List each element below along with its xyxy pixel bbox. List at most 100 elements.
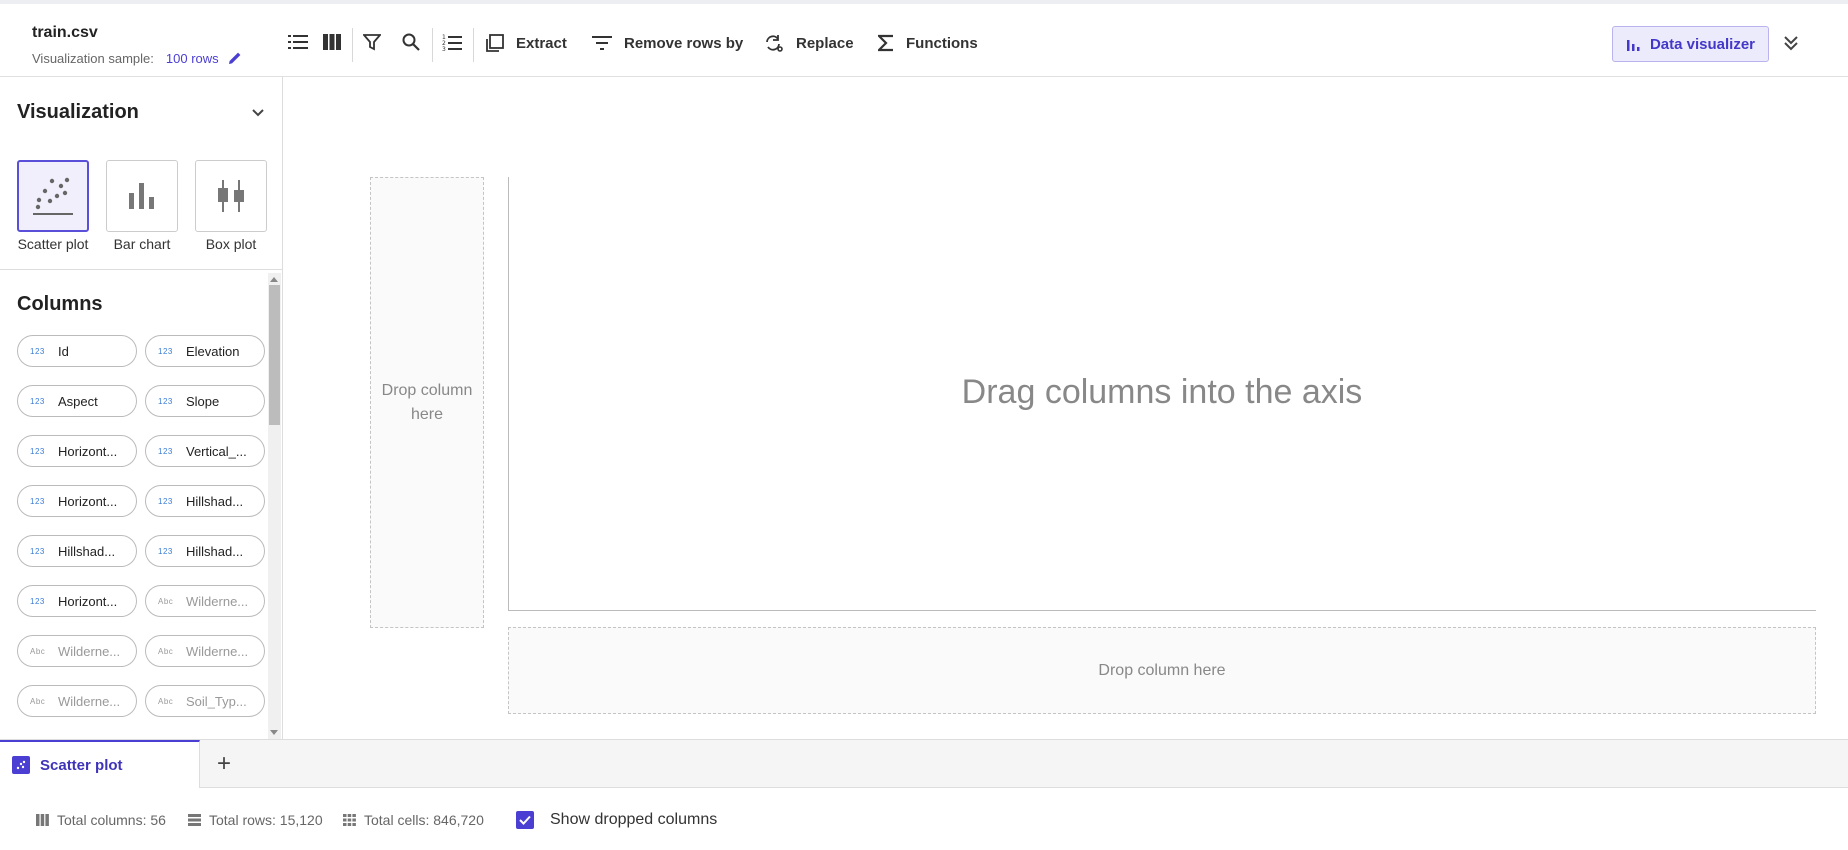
total-rows-text: Total rows: 15,120 <box>209 812 323 828</box>
x-axis-line <box>508 610 1816 611</box>
column-name: Wilderne... <box>58 693 121 709</box>
columns-title: Columns <box>17 293 103 315</box>
column-pill[interactable]: 123 Horizont... <box>17 485 137 517</box>
box-plot-tile[interactable] <box>195 160 267 232</box>
column-pill[interactable]: Abc Wilderne... <box>17 685 137 717</box>
show-dropped-label[interactable]: Show dropped columns <box>550 811 717 829</box>
scatter-plot-icon <box>12 756 30 774</box>
column-pill[interactable]: Abc Wilderne... <box>17 635 137 667</box>
remove-rows-button[interactable]: Remove rows by <box>592 30 743 56</box>
list-view-icon[interactable] <box>286 30 310 54</box>
scroll-down-arrow[interactable] <box>270 730 278 735</box>
toolbar-divider <box>473 28 474 62</box>
check-icon <box>519 815 531 825</box>
extract-icon <box>486 34 504 52</box>
x-axis-drop-zone[interactable]: Drop column here <box>508 627 1816 714</box>
empty-chart-message: Drag columns into the axis <box>961 373 1363 411</box>
search-icon[interactable] <box>399 30 423 54</box>
column-type-badge: 123 <box>30 346 45 356</box>
column-pill[interactable]: 123 Vertical_... <box>145 435 265 467</box>
column-pill[interactable]: Abc Soil_Typ... <box>145 685 265 717</box>
column-type-badge: 123 <box>30 496 45 506</box>
tab-label: Scatter plot <box>40 756 123 774</box>
column-name: Wilderne... <box>186 593 249 609</box>
visualization-sample: Visualization sample: 100 rows <box>32 50 243 66</box>
extract-button[interactable]: Extract <box>486 30 567 56</box>
box-plot-label: Box plot <box>205 236 257 252</box>
add-tab-button[interactable]: + <box>212 750 236 777</box>
column-pill[interactable]: 123 Id <box>17 335 137 367</box>
total-columns-text: Total columns: 56 <box>57 812 166 828</box>
column-pill[interactable]: 123 Hillshad... <box>145 485 265 517</box>
column-name: Horizont... <box>58 443 118 459</box>
scatter-plot-tile[interactable] <box>17 160 89 232</box>
column-pill[interactable]: 123 Slope <box>145 385 265 417</box>
column-pill[interactable]: 123 Horizont... <box>17 585 137 617</box>
column-name: Horizont... <box>58 593 118 609</box>
toolbar: train.csv Visualization sample: 100 rows… <box>0 0 1848 77</box>
show-dropped-checkbox[interactable] <box>516 811 534 829</box>
column-type-badge: Abc <box>158 596 174 606</box>
column-pill[interactable]: 123 Horizont... <box>17 435 137 467</box>
sample-label: Visualization sample: <box>32 50 154 66</box>
column-pill[interactable]: 123 Aspect <box>17 385 137 417</box>
extract-label: Extract <box>516 34 567 52</box>
filter-lines-icon <box>592 36 612 50</box>
bar-chart-icon <box>1626 40 1640 51</box>
column-name: Vertical_... <box>186 443 247 459</box>
column-pill[interactable]: 123 Elevation <box>145 335 265 367</box>
column-pill[interactable]: Abc Wilderne... <box>145 635 265 667</box>
bar-chart-icon <box>129 183 154 209</box>
column-pill[interactable]: Abc Wilderne... <box>145 585 265 617</box>
filter-icon[interactable] <box>360 30 384 54</box>
column-type-badge: Abc <box>30 696 46 706</box>
scroll-up-arrow[interactable] <box>270 277 278 282</box>
total-cells-text: Total cells: 846,720 <box>364 812 484 828</box>
column-name: Hillshad... <box>58 543 116 559</box>
column-type-badge: 123 <box>158 446 173 456</box>
sidebar-divider <box>0 269 283 270</box>
column-name: Aspect <box>58 393 98 409</box>
remove-rows-label: Remove rows by <box>624 34 744 52</box>
column-type-badge: 123 <box>158 496 173 506</box>
total-cells-stat: Total cells: 846,720 <box>343 812 484 828</box>
toolbar-divider <box>352 28 353 62</box>
column-name: Soil_Typ... <box>186 693 247 709</box>
box-plot-icon <box>218 180 244 212</box>
status-bar: Total columns: 56 Total rows: 15,120 Tot… <box>0 788 1848 850</box>
column-name: Hillshad... <box>186 493 244 509</box>
column-type-badge: 123 <box>30 596 45 606</box>
column-type-badge: 123 <box>158 396 173 406</box>
column-name: Horizont... <box>58 493 118 509</box>
column-name: Hillshad... <box>186 543 244 559</box>
sigma-icon <box>878 34 893 52</box>
functions-button[interactable]: Functions <box>878 30 978 56</box>
column-name: Slope <box>186 393 220 409</box>
toolbar-divider <box>432 28 433 62</box>
column-pill[interactable]: 123 Hillshad... <box>17 535 137 567</box>
column-type-badge: Abc <box>158 696 174 706</box>
chart-tab-bar: Scatter plot + <box>0 739 1848 788</box>
bar-chart-tile[interactable] <box>106 160 178 232</box>
column-pill[interactable]: 123 Hillshad... <box>145 535 265 567</box>
column-type-badge: 123 <box>158 546 173 556</box>
y-axis-drop-zone[interactable]: Drop column here <box>370 177 484 628</box>
columns-view-icon[interactable] <box>320 30 344 54</box>
replace-button[interactable]: Replace <box>764 30 854 56</box>
scroll-thumb[interactable] <box>269 285 280 425</box>
double-chevron-down-icon[interactable] <box>1780 32 1802 54</box>
grid-icon <box>343 814 356 826</box>
sample-rows-link[interactable]: 100 rows <box>166 51 219 66</box>
tab-scatter-plot[interactable]: Scatter plot <box>0 740 200 788</box>
scatter-plot-label: Scatter plot <box>17 236 89 252</box>
numbered-list-icon[interactable]: 123 <box>440 30 464 54</box>
column-name: Elevation <box>186 343 240 359</box>
column-name: Wilderne... <box>186 643 249 659</box>
column-type-badge: 123 <box>30 396 45 406</box>
pencil-icon[interactable] <box>227 50 243 66</box>
data-visualizer-button[interactable]: Data visualizer <box>1612 26 1769 62</box>
data-visualizer-label: Data visualizer <box>1649 35 1756 53</box>
chevron-down-icon[interactable] <box>250 105 266 121</box>
columns-scrollbar[interactable] <box>268 273 281 739</box>
svg-text:3: 3 <box>442 46 446 51</box>
